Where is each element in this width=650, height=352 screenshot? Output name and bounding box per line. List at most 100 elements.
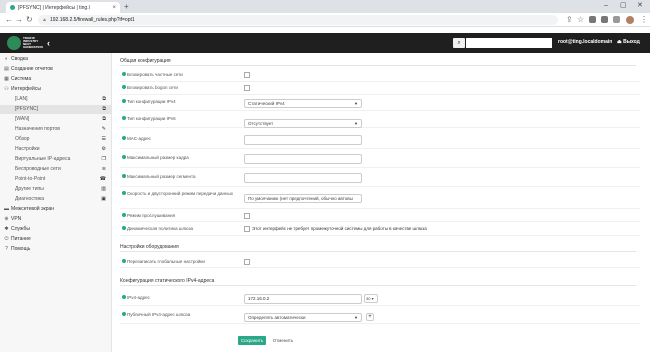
info-icon[interactable] (122, 85, 126, 90)
back-icon[interactable]: ← (5, 15, 13, 25)
sidebar-item-wireless[interactable]: Беспроводные сети ≋ (0, 165, 112, 174)
tab-title: [PFSYNC] | Интерфейсы | ting.l (18, 4, 90, 11)
promisc-checkbox[interactable] (244, 213, 250, 219)
extension-icon[interactable] (589, 16, 596, 23)
sidebar-item-diagnostics[interactable]: Диагностика ▣ (0, 195, 112, 204)
mtu-label: Максимальный размер кадра (122, 155, 230, 161)
section-hardware-heading: Настройки оборудования (120, 243, 636, 252)
phone-icon: ☎ (99, 176, 106, 182)
search-input[interactable] (466, 38, 552, 48)
sidebar-item-other-types[interactable]: Другие типы ▥ (0, 185, 112, 194)
maximize-icon[interactable]: ▢ (620, 1, 627, 11)
ipv6-type-label: Тип конфигурации IPv6 (122, 116, 230, 122)
info-icon[interactable] (122, 174, 126, 179)
gw-policy-checkbox[interactable] (244, 226, 250, 232)
sidebar-panel-icon[interactable] (613, 16, 620, 23)
bookmark-icon[interactable]: ☆ (577, 15, 584, 25)
wifi-icon: ≋ (101, 166, 106, 172)
section-static-ipv4-heading: Конфигурация статического IPv4-адреса (120, 277, 636, 286)
info-icon[interactable] (122, 136, 126, 141)
add-gateway-button[interactable]: + (366, 313, 374, 321)
info-icon[interactable] (122, 155, 126, 160)
sidebar-item-ptp[interactable]: Point-to-Point ☎ (0, 175, 112, 184)
mss-label: Максимальный размер сегмента (122, 174, 230, 180)
info-icon[interactable] (122, 259, 126, 264)
info-icon[interactable] (122, 99, 126, 104)
sidebar-item-help[interactable]: ? Помощь (0, 245, 112, 254)
url-text: 192.168.2.5/firewall_rules.php?if=opt1 (50, 17, 135, 23)
new-tab-icon[interactable]: + (124, 2, 129, 12)
row-ipv4-address: IPv4-адрес 172.16.0.2 30 ▾ (120, 291, 640, 306)
sidebar-item-settings[interactable]: Настройки ⚙ (0, 145, 112, 154)
user-menu[interactable]: root@ting.localdomain (558, 39, 612, 45)
save-button[interactable]: Сохранить (238, 336, 266, 345)
block-private-checkbox[interactable] (244, 72, 250, 78)
url-field[interactable]: ▲ 192.168.2.5/firewall_rules.php?if=opt1 (38, 15, 558, 25)
ipv4-type-select[interactable]: Статический IPv4 ▼ (244, 99, 362, 108)
reports-icon: ▤ (4, 66, 9, 72)
info-icon[interactable] (122, 295, 126, 300)
row-mtu: Максимальный размер кадра (120, 151, 640, 168)
sidebar: ◐ Сводка ▤ Создание отчетов ▦ Система ⚇ Инте… (0, 53, 112, 352)
search-icon[interactable]: ⌕ (453, 38, 465, 48)
info-icon[interactable] (122, 116, 126, 121)
sidebar-item-power[interactable]: ⏻ Питание (0, 235, 112, 244)
sidebar-item-firewall[interactable]: ▬ Межсетевой экран (0, 205, 112, 214)
mac-input[interactable] (244, 135, 362, 145)
ipv6-type-select[interactable]: Отсутствует ▼ (244, 119, 362, 128)
info-icon[interactable] (122, 72, 126, 77)
row-mss: Максимальный размер сегмента (120, 170, 640, 187)
network-icon: ⧉ (102, 116, 106, 122)
menu-kebab-icon[interactable]: ⋮ (640, 15, 648, 25)
sidebar-item-system[interactable]: ▦ Система (0, 75, 112, 84)
cidr-select[interactable]: 30 ▾ (364, 294, 378, 303)
sidebar-item-port-assign[interactable]: Назначения портов ✎ (0, 125, 112, 134)
cancel-button[interactable]: Отменить (270, 336, 296, 345)
reload-icon[interactable]: ↻ (26, 15, 33, 25)
sidebar-item-reports[interactable]: ▤ Создание отчетов (0, 65, 112, 74)
browser-tab[interactable]: [PFSYNC] | Интерфейсы | ting.l × (6, 2, 120, 13)
override-checkbox[interactable] (244, 259, 250, 265)
info-icon[interactable] (122, 191, 126, 196)
sidebar-item-vpn[interactable]: ⊕ VPN (0, 215, 112, 224)
row-mac: MAC-адрес (120, 132, 640, 149)
share-icon[interactable]: ⇪ (566, 15, 573, 25)
sidebar-item-interfaces[interactable]: ⚇ Интерфейсы (0, 85, 112, 94)
mtu-input[interactable] (244, 154, 362, 164)
sidebar-item-virtual-ip[interactable]: Виртуальные IP-адреса ❐ (0, 155, 112, 164)
profile-avatar[interactable] (626, 16, 634, 24)
sidebar-item-services[interactable]: ✱ Службы (0, 225, 112, 234)
logout-link[interactable]: ⏏ Выход (617, 39, 640, 45)
info-icon[interactable] (122, 312, 126, 317)
minimize-icon[interactable]: – (604, 1, 608, 11)
copy-icon: ❐ (101, 156, 106, 162)
close-window-icon[interactable]: ✕ (637, 1, 643, 11)
sidebar-item-overview[interactable]: Обзор ☰ (0, 135, 112, 144)
block-bogon-checkbox[interactable] (244, 85, 250, 91)
info-icon[interactable] (122, 213, 126, 218)
extensions-puzzle-icon[interactable] (601, 16, 608, 23)
ipv4-gateway-select[interactable]: Определять автоматически ▼ (244, 313, 362, 322)
gear-icon: ⚙ (101, 146, 106, 152)
close-tab-icon[interactable]: × (112, 5, 116, 11)
row-block-bogon: Блокировать bogon сети (120, 83, 640, 95)
sidebar-item-pfsync[interactable]: [PFSYNC] ⧉ (0, 105, 112, 114)
address-bar-row: ← → ↻ ▲ 192.168.2.5/firewall_rules.php?i… (0, 13, 650, 27)
sidebar-item-dashboard[interactable]: ◐ Сводка (0, 55, 112, 64)
chevron-down-icon: ▾ (371, 296, 374, 301)
mss-input[interactable] (244, 173, 362, 183)
chevron-down-icon: ▼ (354, 101, 358, 106)
diagnostics-icon: ▣ (101, 196, 106, 202)
row-ipv6-type: Тип конфигурации IPv6 Отсутствует ▼ (120, 113, 640, 128)
sidebar-item-lan[interactable]: [LAN] ⧉ (0, 95, 112, 104)
chevron-down-icon: ▼ (354, 121, 358, 126)
gw-policy-label: Динамическая политика шлюза (122, 226, 230, 232)
mac-label: MAC-адрес (122, 136, 230, 142)
collapse-sidebar-icon[interactable]: ‹ (47, 37, 50, 49)
info-icon[interactable] (122, 226, 126, 231)
speed-select[interactable]: По умолчанию (нет предпочтений, обычно а… (244, 194, 362, 203)
forward-icon[interactable]: → (15, 15, 23, 25)
ipv4-address-input[interactable]: 172.16.0.2 (244, 294, 362, 304)
stack-icon: ▥ (101, 186, 106, 192)
sidebar-item-wan[interactable]: [WAN] ⧉ (0, 115, 112, 124)
